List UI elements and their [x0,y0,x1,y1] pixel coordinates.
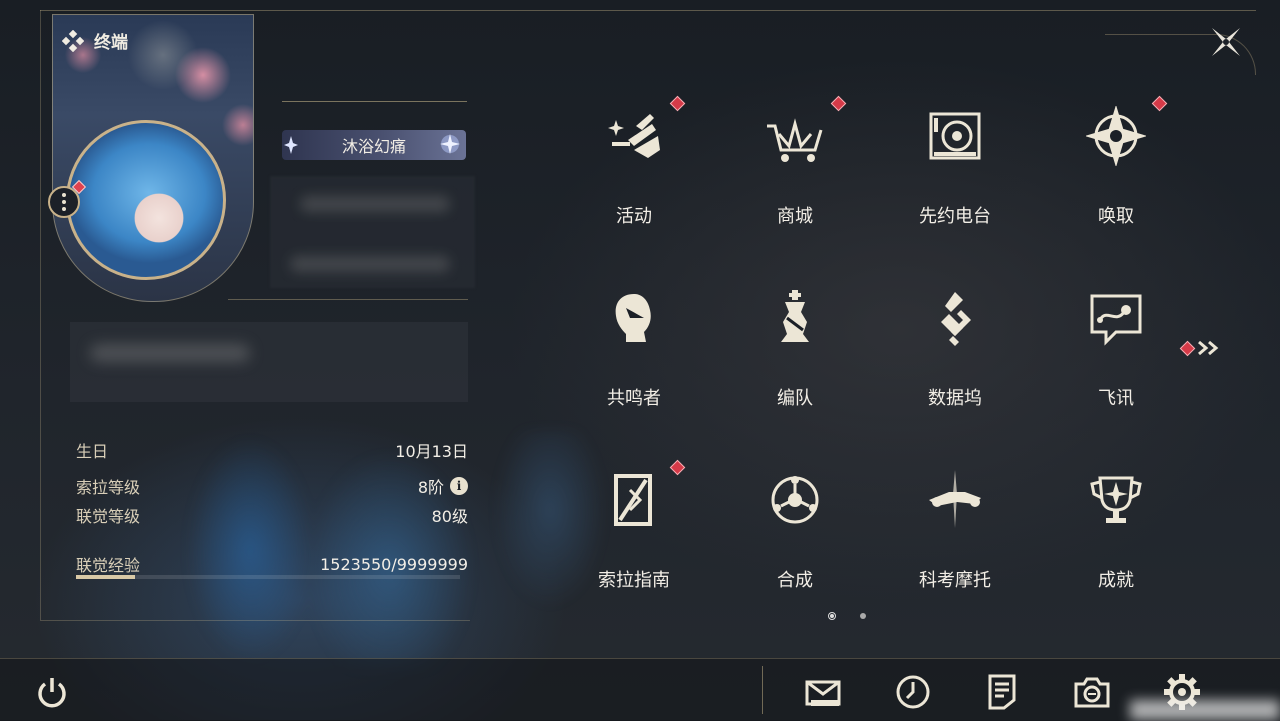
exp-progress-fill [76,575,135,579]
menu-item-resonators[interactable]: 共鸣者 [574,270,694,420]
menu-item-label: 活动 [616,206,652,227]
team-chess-icon [781,290,809,342]
notification-badge [830,95,847,112]
frame-line [40,10,1256,11]
terminal-diamond-icon [62,29,84,52]
menu-item-data-bank[interactable]: 数据坞 [895,270,1015,420]
character-background-art [130,430,650,670]
page-indicator [828,612,866,620]
stat-row-union-exp: 联觉经验 1523550/9999999 [76,552,468,576]
double-chevron-right-icon [1198,340,1219,356]
stat-label: 索拉等级 [76,478,141,497]
mail-icon[interactable] [803,672,843,712]
stat-label: 联觉等级 [76,507,141,526]
page-title: 终端 [62,28,128,53]
stat-label: 生日 [76,442,109,461]
star-emblem-icon [440,134,460,154]
resonator-icon [615,294,651,342]
menu-item-messages[interactable]: 飞讯 [1056,270,1176,420]
frame-line [40,10,41,620]
trophy-icon [1090,476,1142,523]
notification-badge [669,459,686,476]
menu-item-label: 商城 [777,206,813,227]
stat-value: 10月13日 [395,442,468,461]
notification-badge [669,95,686,112]
clock-icon[interactable] [893,672,933,712]
menu-item-radio[interactable]: 先约电台 [895,88,1015,238]
toolbar-divider [762,666,763,714]
next-page-button[interactable] [1179,340,1221,356]
stat-value-wrap: 8阶 i [418,474,468,498]
blurred-signature [70,322,468,402]
sparkle-icon [284,136,298,154]
page-title-text: 终端 [94,33,128,53]
event-icon [608,114,660,158]
guide-icon [614,474,652,526]
info-icon[interactable]: i [450,477,468,495]
frame-line [40,620,470,621]
stat-value: 8阶 [417,478,444,497]
menu-item-convene[interactable]: 唤取 [1056,88,1176,238]
menu-item-label: 共鸣者 [607,388,661,409]
menu-item-label: 飞讯 [1098,388,1134,409]
page-dot[interactable] [860,613,866,619]
menu-item-label: 成就 [1098,570,1134,591]
menu-item-achievements[interactable]: 成就 [1056,452,1176,602]
menu-item-label: 编队 [777,388,813,409]
blurred-info [270,176,475,288]
notification-badge [1151,95,1168,112]
divider [282,101,467,102]
stat-row-birthday: 生日 10月13日 [76,438,468,462]
watermark-overlay [1130,700,1280,720]
menu-item-guide[interactable]: 索拉指南 [574,452,694,602]
menu-item-team[interactable]: 编队 [735,270,855,420]
synthesis-icon [771,476,819,524]
divider [228,299,468,300]
menu-item-label: 合成 [777,570,813,591]
stat-row-union-level: 联觉等级 80级 [76,503,468,527]
power-icon[interactable] [32,672,72,712]
menu-item-synthesis[interactable]: 合成 [735,452,855,602]
menu-item-label: 科考摩托 [919,570,991,591]
stat-value: 80级 [431,507,468,526]
radio-icon [929,112,981,160]
menu-item-shop[interactable]: 商城 [735,88,855,238]
menu-item-label: 唤取 [1098,206,1134,227]
menu-item-events[interactable]: 活动 [574,88,694,238]
chat-icon [1090,294,1142,346]
convene-icon [1086,106,1146,166]
exp-progress-bar [76,575,460,579]
menu-grid: 活动 商城 先约电台 唤取 共鸣者 编队 数据坞 飞讯 索拉指南 合成 科考摩托… [574,88,1194,608]
notification-badge [1179,340,1196,356]
notes-icon[interactable] [982,672,1022,712]
stat-row-sol-rank: 索拉等级 8阶 i [76,474,468,498]
motorbike-icon [929,470,981,528]
data-bank-icon [941,292,971,346]
menu-item-motorbike[interactable]: 科考摩托 [895,452,1015,602]
stat-value: 1523550/9999999 [320,554,468,574]
menu-item-label: 索拉指南 [598,570,670,591]
page-dot-active[interactable] [828,612,836,620]
camera-icon[interactable] [1072,672,1112,712]
stat-label: 联觉经验 [76,556,141,575]
avatar[interactable] [66,120,226,280]
menu-item-label: 先约电台 [919,206,991,227]
menu-item-label: 数据坞 [928,388,982,409]
player-name: 沐浴幻痛 [341,137,406,156]
name-plate[interactable]: 沐浴幻痛 [282,130,466,160]
shop-cart-icon [767,118,823,162]
close-icon[interactable] [1208,24,1244,60]
